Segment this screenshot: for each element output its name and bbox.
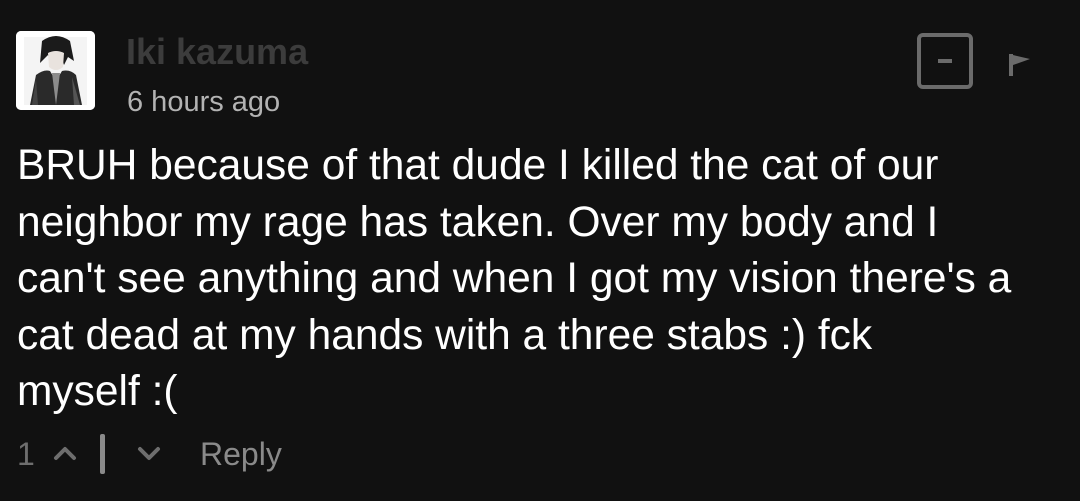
flag-icon[interactable] [1004, 50, 1034, 80]
comment-card: Iki kazuma 6 hours ago BRUH because of t… [0, 0, 1080, 501]
avatar[interactable] [16, 31, 95, 110]
collapse-bar [938, 59, 952, 63]
comment-actions: 1 Reply [0, 430, 400, 480]
vote-count: 1 [17, 436, 35, 472]
reply-button[interactable]: Reply [200, 434, 282, 474]
chevron-down-icon[interactable] [134, 438, 164, 468]
vote-divider [100, 434, 105, 474]
avatar-image [16, 31, 95, 110]
comment-body-line: can't see anything and when I got my vis… [17, 255, 1012, 302]
comment-body-line: myself :( [17, 368, 178, 415]
timestamp: 6 hours ago [127, 86, 281, 118]
comment-body-line: BRUH because of that dude I killed the c… [17, 142, 939, 189]
comment-body: BRUH because of that dude I killed the c… [17, 138, 1073, 421]
comment-body-line: cat dead at my hands with a three stabs … [17, 311, 873, 359]
chevron-up-icon[interactable] [50, 438, 80, 468]
username[interactable]: Iki kazuma [126, 30, 308, 74]
comment-body-line: neighbor my rage has taken. Over my body… [17, 198, 939, 246]
minus-square-icon[interactable] [917, 33, 973, 89]
